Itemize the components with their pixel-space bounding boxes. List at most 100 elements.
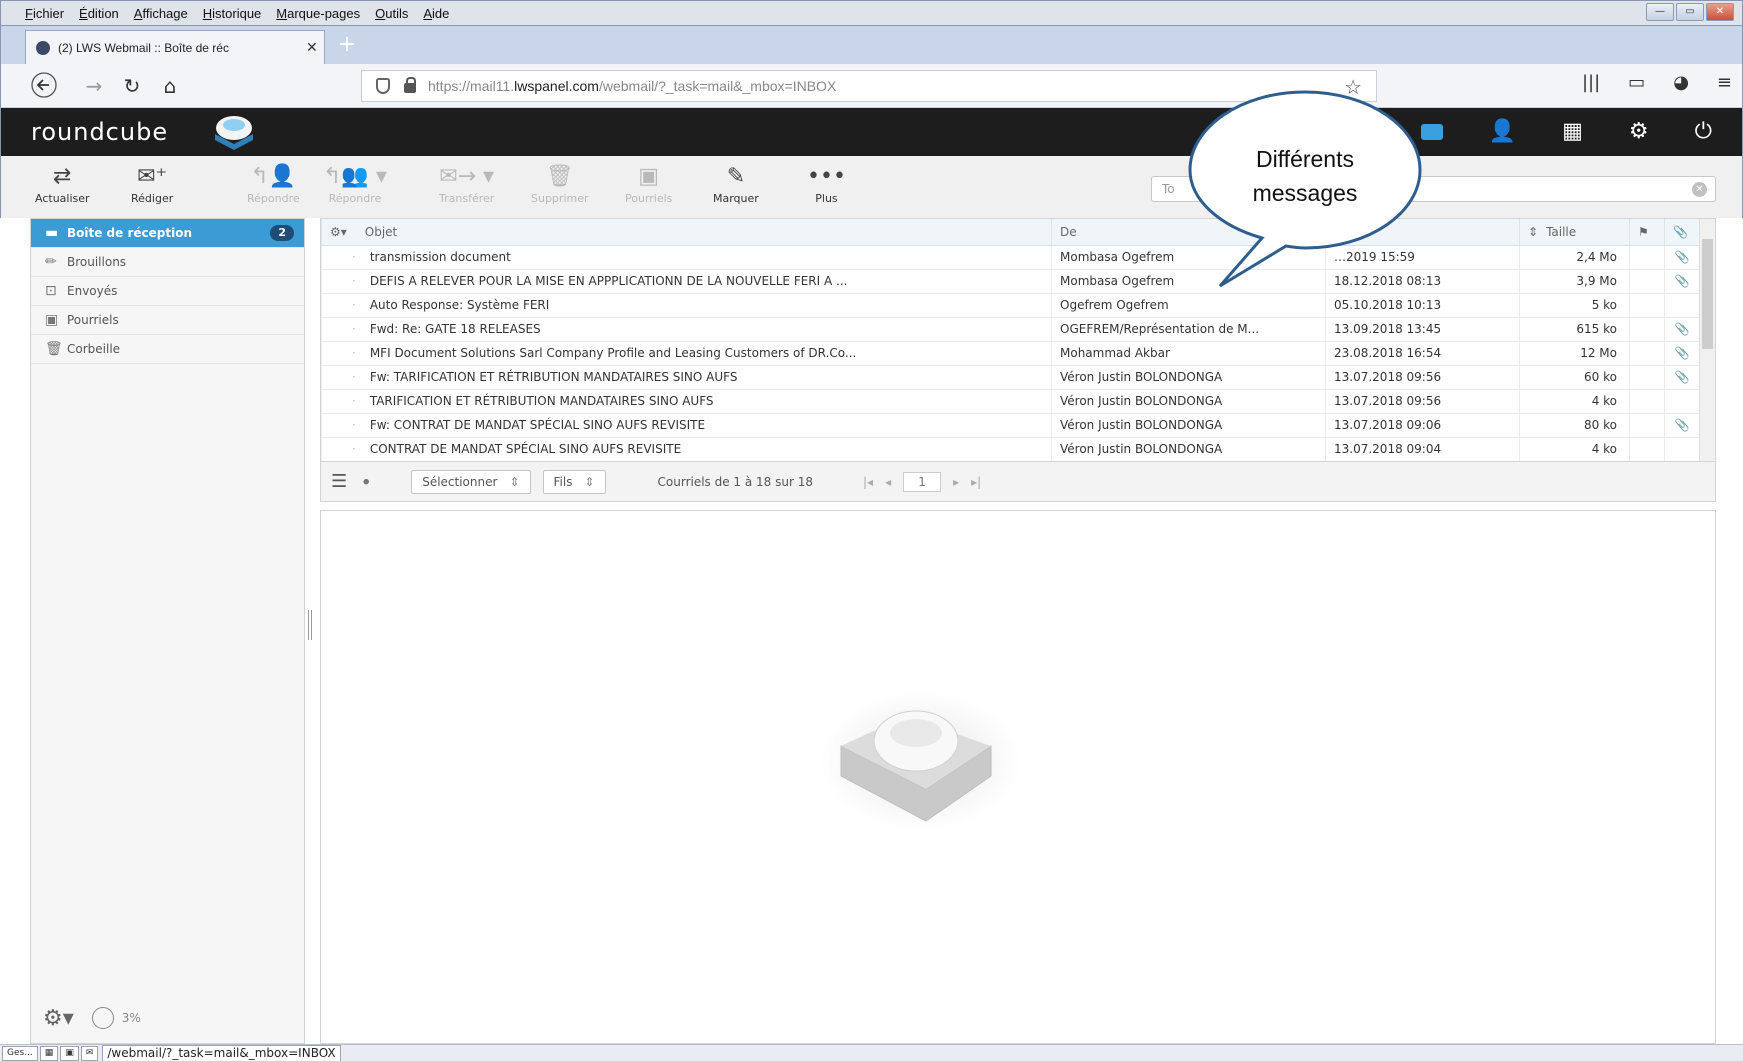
flag-cell[interactable]	[1629, 389, 1665, 414]
folder-spam[interactable]: ▣ Pourriels	[31, 306, 304, 335]
message-row[interactable]: DEFIS A RELEVER POUR LA MISE EN APPPLICA…	[321, 269, 1700, 294]
message-from: Ogefrem Ogefrem	[1051, 293, 1326, 318]
column-size[interactable]: ⇕ Taille	[1519, 219, 1630, 246]
menu-fichier[interactable]: Fichier	[25, 6, 64, 21]
forward-mail-icon: ✉→ ▾	[439, 164, 495, 189]
reply-all-button[interactable]: ↰👥 ▾ Répondre	[323, 162, 387, 205]
menu-aide[interactable]: Aide	[423, 6, 449, 21]
library-icon[interactable]: |||	[1582, 72, 1600, 93]
home-icon[interactable]: ⌂	[155, 72, 185, 100]
folder-drafts[interactable]: ✏ Brouillons	[31, 248, 304, 277]
scrollbar-thumb[interactable]	[1702, 239, 1713, 349]
minimize-button[interactable]: —	[1646, 3, 1674, 21]
message-row[interactable]: Fwd: Re: GATE 18 RELEASESOGEFREM/Représe…	[321, 317, 1700, 342]
app-header: roundcube 👤 ▦ ⚙ ⏻	[0, 108, 1743, 156]
flag-cell[interactable]	[1629, 245, 1665, 270]
reply-button[interactable]: ↰👤 Répondre	[247, 162, 300, 205]
last-page-icon[interactable]: ▸|	[971, 475, 981, 489]
new-tab-icon[interactable]: +	[335, 34, 359, 58]
select-dropdown[interactable]: Sélectionner ⇕	[411, 469, 531, 494]
message-list-scrollbar[interactable]	[1699, 219, 1715, 461]
column-attachment-icon[interactable]: 📎	[1664, 219, 1700, 246]
column-subject[interactable]: ⚙▾ Objet	[321, 219, 1052, 246]
list-options-gear-icon[interactable]: ⚙▾	[330, 225, 347, 239]
next-page-icon[interactable]: ▸	[953, 475, 959, 489]
close-tab-icon[interactable]: ✕	[306, 40, 318, 56]
taskbar-icon[interactable]: ✉	[80, 1045, 99, 1061]
compose-button[interactable]: ✉⁺ Rédiger	[131, 162, 173, 205]
menu-affichage[interactable]: Affichage	[134, 6, 188, 21]
column-flag-icon[interactable]: ⚑	[1629, 219, 1665, 246]
extension-icon[interactable]: ◕	[1673, 72, 1689, 93]
taskbar-icon[interactable]: ▣	[60, 1045, 79, 1061]
forward-button[interactable]: ✉→ ▾ Transférer	[439, 162, 494, 205]
close-window-button[interactable]: ✕	[1706, 3, 1734, 21]
message-row[interactable]: MFI Document Solutions Sarl Company Prof…	[321, 341, 1700, 366]
first-page-icon[interactable]: |◂	[863, 475, 873, 489]
reload-icon[interactable]: ↻	[117, 72, 147, 100]
message-row[interactable]: transmission documentMombasa Ogefrem…201…	[321, 245, 1700, 270]
menu-outils[interactable]: Outils	[375, 6, 408, 21]
folder-inbox[interactable]: ▬ Boîte de réception 2	[31, 219, 304, 248]
message-row[interactable]: Fw: TARIFICATION ET RÉTRIBUTION MANDATAI…	[321, 365, 1700, 390]
menu-marque-pages[interactable]: Marque-pages	[276, 6, 360, 21]
tracking-shield-icon[interactable]	[376, 78, 390, 94]
header-icons: 👤 ▦ ⚙ ⏻	[1420, 118, 1712, 146]
attachment-cell	[1664, 437, 1700, 461]
status-bar: Ges... ▦ ▣ ✉ /webmail/?_task=mail&_mbox=…	[0, 1044, 1743, 1061]
maximize-button[interactable]: ▭	[1676, 3, 1704, 21]
sidebar-icon[interactable]: ▭	[1628, 72, 1645, 93]
page-input[interactable]: 1	[903, 471, 942, 492]
quota-indicator: 3%	[91, 1007, 141, 1029]
flag-cell[interactable]	[1629, 341, 1665, 366]
folder-trash[interactable]: 🗑 Corbeille	[31, 335, 304, 364]
folder-settings-gear-icon[interactable]: ⚙▾	[43, 1006, 74, 1031]
clear-search-icon[interactable]: ✕	[1692, 182, 1707, 197]
threads-label: Fils	[553, 474, 573, 489]
flag-cell[interactable]	[1629, 293, 1665, 318]
taskbar-item[interactable]: Ges...	[2, 1045, 38, 1061]
hamburger-menu-icon[interactable]: ≡	[1717, 72, 1732, 93]
flag-cell[interactable]	[1629, 365, 1665, 390]
message-row[interactable]: Fw: CONTRAT DE MANDAT SPÉCIAL SINO AUFS …	[321, 413, 1700, 438]
flag-cell[interactable]	[1629, 269, 1665, 294]
menu-historique[interactable]: Historique	[203, 6, 262, 21]
lock-icon[interactable]	[404, 77, 416, 93]
delete-button[interactable]: 🗑 Supprimer	[531, 162, 589, 205]
logout-icon[interactable]: ⏻	[1695, 118, 1712, 146]
pane-splitter[interactable]	[308, 610, 312, 640]
flag-cell[interactable]	[1629, 437, 1665, 461]
message-row[interactable]: Auto Response: Système FERIOgefrem Ogefr…	[321, 293, 1700, 318]
message-row[interactable]: TARIFICATION ET RÉTRIBUTION MANDATAIRES …	[321, 389, 1700, 414]
browser-tab[interactable]: (2) LWS Webmail :: Boîte de réc ✕	[25, 30, 325, 64]
refresh-button[interactable]: ⇄ Actualiser	[35, 162, 90, 205]
contacts-icon[interactable]: 👤	[1489, 118, 1516, 146]
callout-line-2: messages	[1252, 180, 1358, 206]
mark-button[interactable]: ✎ Marquer	[713, 162, 759, 205]
spam-icon: ▣	[638, 164, 660, 189]
message-size: 3,9 Mo	[1519, 269, 1630, 294]
flag-cell[interactable]	[1629, 413, 1665, 438]
threads-toggle-icon[interactable]: ⚫	[361, 475, 371, 489]
message-date: 05.10.2018 10:13	[1325, 293, 1520, 318]
forward-icon[interactable]: →	[79, 72, 109, 100]
back-icon[interactable]	[29, 72, 59, 100]
more-button[interactable]: ••• Plus	[807, 162, 846, 205]
app-logo[interactable]: roundcube	[31, 118, 168, 146]
folder-label: Brouillons	[67, 255, 127, 269]
prev-page-icon[interactable]: ◂	[885, 475, 891, 489]
menu-edition[interactable]: Édition	[79, 6, 119, 21]
spam-button[interactable]: ▣ Pourriels	[625, 162, 672, 205]
attachment-icon: 📎	[1664, 317, 1700, 342]
folder-sent[interactable]: ⊡ Envoyés	[31, 277, 304, 306]
unread-badge: 2	[270, 225, 294, 241]
browser-navbar: → ↻ ⌂ https://mail11.lwspanel.com/webmai…	[0, 64, 1743, 108]
message-row[interactable]: CONTRAT DE MANDAT SPÉCIAL SINO AUFS REVI…	[321, 437, 1700, 461]
flag-cell[interactable]	[1629, 317, 1665, 342]
list-layout-icon[interactable]: ☰	[331, 471, 347, 492]
settings-gear-icon[interactable]: ⚙	[1629, 118, 1649, 146]
calendar-icon[interactable]: ▦	[1562, 118, 1583, 146]
threads-dropdown[interactable]: Fils ⇕	[542, 469, 606, 494]
attachment-cell	[1664, 389, 1700, 414]
taskbar-icon[interactable]: ▦	[39, 1045, 59, 1061]
